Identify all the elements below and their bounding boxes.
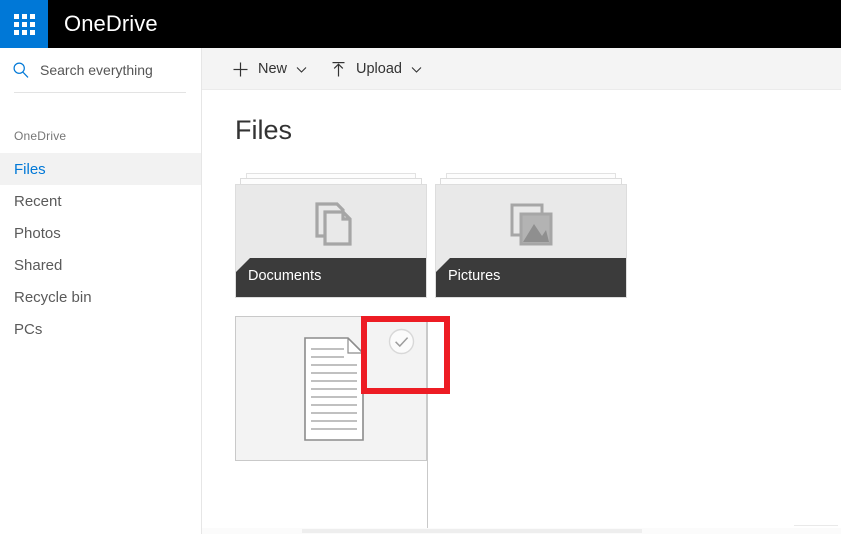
new-button-label: New	[258, 61, 288, 77]
command-bar: New Upload	[202, 48, 841, 90]
tile-footer: Documents	[236, 258, 426, 297]
sidebar-item-label: Shared	[14, 256, 63, 274]
file-tile-document[interactable]	[235, 316, 615, 529]
waffle-grid	[13, 13, 35, 35]
upload-button[interactable]: Upload	[330, 48, 422, 90]
tile-body	[235, 316, 427, 461]
app-launcher-waffle-icon[interactable]	[0, 0, 48, 48]
page-title: Files	[235, 115, 293, 145]
sidebar-item-label: Recycle bin	[14, 288, 92, 306]
sidebar-item-shared[interactable]: Shared	[0, 249, 201, 281]
scrollbar-thumb[interactable]	[302, 529, 642, 533]
sidebar-item-pcs[interactable]: PCs	[0, 313, 201, 345]
search-box[interactable]	[0, 48, 202, 92]
sidebar-item-files[interactable]: Files	[0, 153, 201, 185]
sidebar-item-label: Recent	[14, 192, 62, 210]
search-magnifier-icon	[13, 62, 29, 78]
sidebar-nav: Files Recent Photos Shared Recycle bin P…	[0, 153, 201, 345]
new-button[interactable]: New	[232, 48, 307, 90]
document-page-icon	[304, 337, 364, 441]
tile-body: Documents	[235, 184, 427, 298]
upload-arrow-icon	[332, 61, 345, 76]
search-input[interactable]	[40, 62, 190, 78]
onedrive-window: OneDrive OneDrive Files Recent Photos Sh…	[0, 0, 841, 534]
scroll-corner-tick	[794, 525, 838, 526]
pictures-photo-stack-icon	[510, 203, 553, 246]
folder-tile-pictures[interactable]: Pictures	[435, 173, 627, 298]
chevron-down-icon	[411, 66, 422, 73]
folder-tile-documents[interactable]: Documents	[235, 173, 427, 298]
check-circle-icon[interactable]	[388, 328, 415, 355]
tile-grid-divider-vertical	[427, 316, 428, 528]
sidebar-section-label: OneDrive	[14, 129, 67, 143]
sidebar-item-label: Photos	[14, 224, 61, 242]
upload-button-label: Upload	[356, 61, 402, 77]
content-area: Files Documents Pictures	[202, 90, 841, 534]
sidebar-item-label: Files	[14, 160, 46, 178]
tile-body: Pictures	[435, 184, 627, 298]
chevron-down-icon	[296, 66, 307, 73]
sidebar-item-recycle-bin[interactable]: Recycle bin	[0, 281, 201, 313]
tile-footer: Pictures	[436, 258, 626, 297]
sidebar-item-label: PCs	[14, 320, 43, 338]
search-divider	[14, 92, 186, 93]
sidebar: OneDrive Files Recent Photos Shared Recy…	[0, 48, 202, 534]
app-title[interactable]: OneDrive	[64, 0, 158, 48]
sidebar-item-photos[interactable]: Photos	[0, 217, 201, 249]
sidebar-item-recent[interactable]: Recent	[0, 185, 201, 217]
tile-thumbnail	[236, 185, 426, 263]
plus-icon	[233, 62, 248, 76]
horizontal-scrollbar[interactable]	[202, 528, 841, 534]
tile-thumbnail	[436, 185, 626, 263]
tile-label: Documents	[248, 268, 322, 284]
suite-bar: OneDrive	[0, 0, 841, 48]
documents-stack-icon	[315, 202, 352, 246]
tile-label: Pictures	[448, 268, 501, 284]
